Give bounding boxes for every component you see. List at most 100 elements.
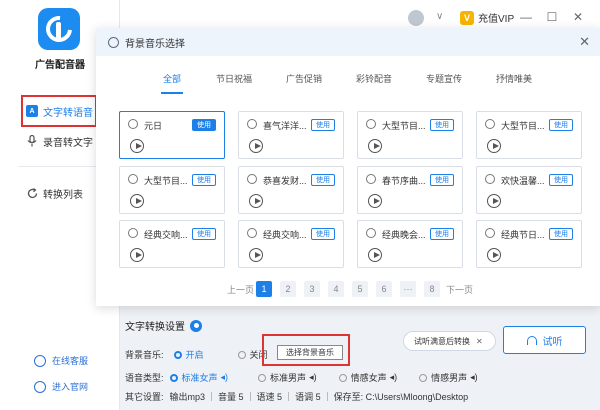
refresh-icon (26, 187, 38, 199)
next-page-button[interactable]: 下一页 (446, 281, 473, 297)
output-format[interactable]: 输出mp3 (170, 390, 206, 403)
music-card[interactable]: 经典晚会... 使用 (357, 220, 463, 268)
music-card[interactable]: 喜气洋洋... 使用 (238, 111, 344, 159)
hint-close-icon[interactable]: ✕ (476, 337, 483, 346)
page-3[interactable]: 3 (304, 281, 320, 297)
sidebar-item-label: 转换列表 (43, 189, 83, 201)
support-icon (34, 354, 46, 367)
music-card[interactable]: 恭喜发财... 使用 (238, 166, 344, 214)
music-icon (108, 36, 119, 48)
use-button[interactable]: 使用 (430, 119, 454, 131)
use-button[interactable]: 使用 (549, 119, 573, 131)
use-button[interactable]: 使用 (192, 119, 216, 131)
bgm-dialog: 背景音乐选择 ✕ 全部 节日祝福 广告促销 彩铃配音 专题宣传 抒情唯美 元日 … (96, 28, 600, 306)
user-avatar[interactable] (408, 10, 424, 26)
voice-standard-male-radio[interactable] (258, 373, 267, 382)
use-button[interactable]: 使用 (430, 174, 454, 186)
official-site-link[interactable]: 进入官网 (0, 380, 120, 393)
tab-feature[interactable]: 专题宣传 (426, 72, 462, 85)
music-card[interactable]: 欢快温馨... 使用 (476, 166, 582, 214)
music-card[interactable]: 经典交响... 使用 (238, 220, 344, 268)
music-card[interactable]: 元日 使用 (119, 111, 225, 159)
chevron-down-icon[interactable]: ∨ (436, 11, 443, 22)
music-note-icon (366, 228, 376, 238)
tab-promotion[interactable]: 广告促销 (286, 72, 322, 85)
music-note-icon (485, 119, 495, 129)
music-note-icon (247, 119, 257, 129)
play-icon[interactable] (368, 248, 382, 262)
save-path[interactable]: 保存至: C:\Users\Mloong\Desktop (334, 390, 469, 403)
music-card[interactable]: 春节序曲... 使用 (357, 166, 463, 214)
speaker-icon: ◂) (470, 372, 478, 382)
page-5[interactable]: 5 (352, 281, 368, 297)
page-1[interactable]: 1 (256, 281, 272, 297)
music-card[interactable]: 大型节目... 使用 (476, 111, 582, 159)
tab-holiday[interactable]: 节日祝福 (216, 72, 252, 85)
dialog-close-button[interactable]: ✕ (579, 34, 590, 50)
play-icon[interactable] (368, 139, 382, 153)
recharge-vip-button[interactable]: V 充值VIP (460, 10, 514, 25)
sidebar-item-label: 录音转文字 (43, 137, 93, 149)
use-button[interactable]: 使用 (430, 228, 454, 240)
play-icon[interactable] (368, 194, 382, 208)
voice-emotional-female-radio[interactable] (338, 373, 347, 382)
use-button[interactable]: 使用 (549, 174, 573, 186)
nav-highlight-box (21, 95, 97, 127)
play-icon[interactable] (249, 139, 263, 153)
listen-button[interactable]: 试听 (503, 326, 586, 354)
use-button[interactable]: 使用 (311, 228, 335, 240)
volume-setting[interactable]: 音量 5 (218, 390, 244, 403)
settings-title: 文字转换设置 (125, 318, 202, 333)
gear-icon[interactable] (190, 319, 202, 332)
page-8[interactable]: 8 (424, 281, 440, 297)
maximize-button[interactable]: ☐ (544, 9, 560, 25)
voice-type-row: 语音类型: 标准女声 ◂) 标准男声 ◂) 情感女声 ◂) 情感男声 ◂) (125, 372, 478, 383)
page-2[interactable]: 2 (280, 281, 296, 297)
music-note-icon (247, 228, 257, 238)
tab-ringtone[interactable]: 彩铃配音 (356, 72, 392, 85)
listen-hint-tooltip: 试听满意后转换 ✕ (403, 331, 496, 351)
minimize-button[interactable]: — (518, 9, 534, 25)
vip-icon: V (460, 10, 474, 25)
app-logo (38, 8, 80, 50)
bgm-off-radio[interactable] (237, 350, 246, 359)
bgm-row: 背景音乐: 开启 关闭 (125, 350, 268, 360)
home-icon (34, 380, 46, 393)
use-button[interactable]: 使用 (311, 119, 335, 131)
voice-standard-female-radio[interactable] (169, 373, 178, 382)
play-icon[interactable] (130, 194, 144, 208)
play-icon[interactable] (249, 248, 263, 262)
voice-emotional-male-radio[interactable] (419, 373, 428, 382)
use-button[interactable]: 使用 (549, 228, 573, 240)
pitch-setting[interactable]: 语调 5 (295, 390, 321, 403)
prev-page-button[interactable]: 上一页 (227, 281, 254, 297)
dialog-title: 背景音乐选择 (125, 38, 185, 50)
play-icon[interactable] (487, 139, 501, 153)
music-card[interactable]: 经典节日... 使用 (476, 220, 582, 268)
music-card[interactable]: 大型节目... 使用 (357, 111, 463, 159)
bgm-on-radio[interactable] (173, 350, 182, 359)
use-button[interactable]: 使用 (311, 174, 335, 186)
tab-lyrical[interactable]: 抒情唯美 (496, 72, 532, 85)
online-support-link[interactable]: 在线客服 (0, 354, 120, 367)
use-button[interactable]: 使用 (192, 228, 216, 240)
choose-bgm-highlight-box (262, 334, 350, 366)
music-note-icon (247, 174, 257, 184)
category-tabs: 全部 节日祝福 广告促销 彩铃配音 专题宣传 抒情唯美 (96, 72, 600, 94)
speed-setting[interactable]: 语速 5 (257, 390, 283, 403)
music-card[interactable]: 经典交响... 使用 (119, 220, 225, 268)
window-close-button[interactable]: ✕ (570, 9, 586, 25)
page-ellipsis[interactable]: ··· (400, 281, 416, 297)
tab-all[interactable]: 全部 (163, 72, 181, 85)
page-6[interactable]: 6 (376, 281, 392, 297)
play-icon[interactable] (130, 139, 144, 153)
play-icon[interactable] (249, 194, 263, 208)
play-icon[interactable] (487, 194, 501, 208)
page-4[interactable]: 4 (328, 281, 344, 297)
music-card[interactable]: 大型节目... 使用 (119, 166, 225, 214)
play-icon[interactable] (130, 248, 144, 262)
music-note-icon (128, 174, 138, 184)
play-icon[interactable] (487, 248, 501, 262)
use-button[interactable]: 使用 (192, 174, 216, 186)
music-note-icon (128, 228, 138, 238)
